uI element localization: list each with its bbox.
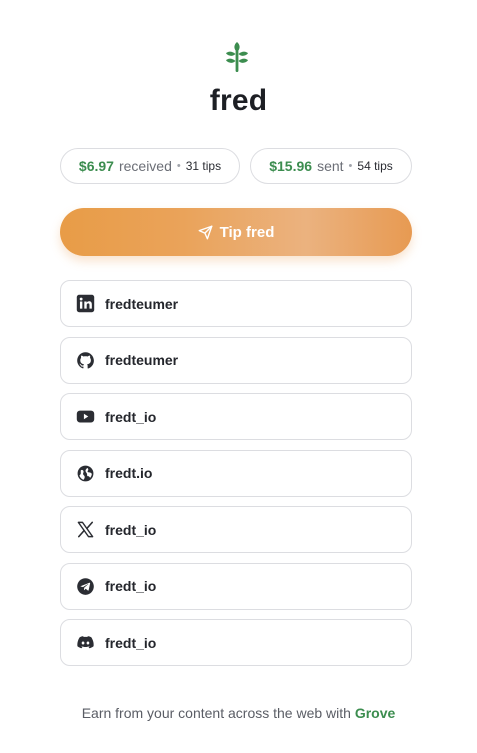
globe-icon	[76, 464, 95, 483]
sent-stat-pill: $15.96 sent • 54 tips	[250, 148, 412, 184]
link-linkedin[interactable]: fredteumer	[60, 280, 412, 327]
telegram-icon	[76, 577, 95, 596]
footer-text: Earn from your content across the web wi…	[81, 705, 351, 721]
link-github[interactable]: fredteumer	[60, 336, 412, 384]
profile-page: fred $6.97 received • 31 tips $15.96 sen…	[0, 0, 477, 753]
received-stat-pill: $6.97 received • 31 tips	[60, 148, 240, 184]
link-label: fredt_io	[105, 408, 157, 425]
received-amount: $6.97	[78, 158, 114, 174]
received-separator: •	[176, 160, 181, 172]
linkedin-icon	[76, 294, 95, 313]
grove-brand-link[interactable]: Grove	[355, 705, 395, 721]
link-label: fredt_io	[105, 521, 157, 538]
profile-username: fred	[209, 84, 268, 117]
grove-leaf-logo-icon	[226, 42, 248, 72]
link-label: fredt_io	[105, 634, 157, 651]
received-label: received	[118, 158, 172, 174]
tip-button-label: Tip fred	[219, 223, 275, 241]
link-youtube[interactable]: fredt_io	[60, 393, 412, 440]
social-links-list: fredteumer fredteumer fredt_io fredt.io …	[60, 280, 412, 676]
tip-button[interactable]: Tip fred	[60, 208, 412, 256]
link-label: fredt.io	[105, 465, 153, 481]
link-label: fredt_io	[105, 578, 157, 594]
link-telegram[interactable]: fredt_io	[60, 562, 412, 610]
link-label: fredteumer	[105, 352, 179, 368]
received-tips-count: 31 tips	[185, 159, 222, 173]
sent-amount: $15.96	[269, 158, 313, 174]
link-label: fredteumer	[105, 295, 179, 312]
send-icon	[198, 225, 213, 239]
github-icon	[76, 351, 95, 370]
link-website[interactable]: fredt.io	[60, 449, 412, 497]
discord-icon	[76, 633, 95, 652]
sent-tips-count: 54 tips	[357, 159, 393, 173]
x-icon	[76, 520, 95, 539]
link-discord[interactable]: fredt_io	[60, 619, 412, 666]
link-x[interactable]: fredt_io	[60, 506, 412, 553]
youtube-icon	[76, 407, 95, 426]
footer: Earn from your content across the web wi…	[0, 705, 477, 721]
sent-label: sent	[317, 158, 344, 174]
sent-separator: •	[348, 160, 353, 172]
